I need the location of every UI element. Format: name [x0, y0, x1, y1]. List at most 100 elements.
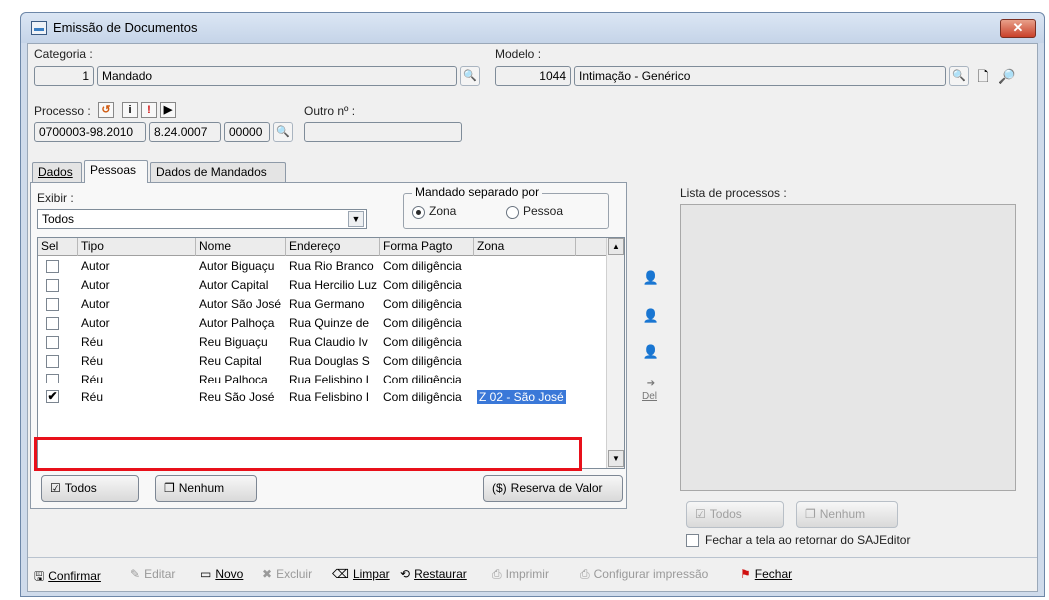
- processo-label: Processo :: [34, 104, 91, 118]
- col-forma-pagto[interactable]: Forma Pagto: [380, 238, 474, 256]
- cell-tipo: Autor: [81, 297, 110, 311]
- save-icon: 🖫: [34, 569, 45, 583]
- processo-suffix-field[interactable]: 00000: [224, 122, 270, 142]
- tab-dados[interactable]: Dados: [32, 162, 82, 182]
- delete-person-icon[interactable]: ➔: [640, 378, 662, 389]
- lista-todos-button[interactable]: ☑ Todos: [686, 501, 784, 528]
- categoria-label: Categoria :: [34, 47, 93, 61]
- uncheck-all-icon: ❐: [164, 481, 175, 495]
- col-nome[interactable]: Nome: [196, 238, 286, 256]
- limpar-label: Limpar: [352, 567, 390, 581]
- row-checkbox[interactable]: [46, 355, 59, 368]
- table-row[interactable]: Réu Reu Palhoça Rua Felisbino L Com dili…: [38, 371, 600, 383]
- col-sel[interactable]: Sel: [38, 238, 78, 256]
- col-zona[interactable]: Zona: [474, 238, 576, 256]
- info-icon[interactable]: i: [122, 102, 138, 118]
- exibir-select[interactable]: Todos ▼: [37, 209, 367, 229]
- col-endereco[interactable]: Endereço: [286, 238, 380, 256]
- editar-button[interactable]: ✎ Editar: [130, 567, 175, 581]
- lista-todos-label: Todos: [709, 507, 742, 521]
- delete-person-label[interactable]: Del: [642, 391, 657, 402]
- print-icon: ⎙: [492, 567, 502, 581]
- reserva-de-valor-button[interactable]: ($) Reserva de Valor: [483, 475, 623, 502]
- table-row[interactable]: Réu Reu Biguaçu Rua Claudio Iv Com dilig…: [38, 333, 600, 352]
- categoria-code-field[interactable]: 1: [34, 66, 94, 86]
- outro-numero-field[interactable]: [304, 122, 462, 142]
- table-row[interactable]: Autor Autor Palhoça Rua Quinze de Com di…: [38, 314, 600, 333]
- cell-endereco: Rua Germano: [289, 297, 365, 311]
- radio-pessoa[interactable]: [506, 206, 519, 219]
- cell-nome: Autor Biguaçu: [199, 259, 275, 273]
- fechar-button[interactable]: ⚑ Fechar: [740, 567, 792, 581]
- main-window: Emissão de Documentos ✕ Categoria : 1 Ma…: [20, 12, 1045, 597]
- person-details-icon[interactable]: 👤: [640, 344, 662, 360]
- preview-document-icon[interactable]: 🗋: [974, 67, 992, 85]
- imprimir-button[interactable]: ⎙ Imprimir: [492, 567, 549, 582]
- categoria-name-field[interactable]: Mandado: [97, 66, 457, 86]
- cell-tipo: Autor: [81, 316, 110, 330]
- restore-icon: ⟲: [400, 567, 411, 581]
- scroll-up-icon[interactable]: ▲: [608, 238, 624, 255]
- modelo-code-field[interactable]: 1044: [495, 66, 571, 86]
- tab-dados-de-mandados[interactable]: Dados de Mandados: [150, 162, 286, 182]
- fechar-label: Fechar: [754, 567, 793, 581]
- table-row[interactable]: Autor Autor São José Rua Germano Com dil…: [38, 295, 600, 314]
- limpar-button[interactable]: ⌫ Limpar: [332, 567, 390, 581]
- modelo-label: Modelo :: [495, 47, 542, 61]
- table-scrollbar[interactable]: ▲ ▼: [606, 238, 624, 468]
- title-bar: Emissão de Documentos ✕: [21, 13, 1044, 43]
- select-all-button[interactable]: ☑ Todos: [41, 475, 139, 502]
- configurar-impressao-label: Configurar impressão: [593, 567, 709, 581]
- cell-endereco: Rua Rio Branco: [289, 259, 374, 273]
- processo-number-field[interactable]: 0700003-98.2010: [34, 122, 146, 142]
- warning-icon[interactable]: !: [141, 102, 157, 118]
- add-person-icon[interactable]: 👤: [640, 270, 662, 286]
- novo-button[interactable]: ▭ Novo: [200, 567, 243, 581]
- processo-search-icon[interactable]: 🔍: [273, 122, 293, 142]
- lista-processos-box[interactable]: [680, 204, 1016, 491]
- configurar-impressao-button[interactable]: ⎙ Configurar impressão: [580, 567, 708, 582]
- editar-label: Editar: [144, 567, 176, 581]
- col-tipo[interactable]: Tipo: [78, 238, 196, 256]
- undo-icon[interactable]: ↺: [98, 102, 114, 118]
- mandado-separado-title: Mandado separado por: [412, 185, 543, 199]
- tab-pessoas[interactable]: Pessoas: [84, 160, 148, 183]
- row-checkbox-checked[interactable]: ✔: [46, 390, 59, 403]
- chevron-down-icon[interactable]: ▼: [348, 211, 364, 227]
- close-button[interactable]: ✕: [1000, 19, 1036, 38]
- row-checkbox[interactable]: [46, 298, 59, 311]
- cell-zona[interactable]: Z 02 - São José: [474, 388, 578, 407]
- row-checkbox[interactable]: [46, 279, 59, 292]
- modelo-name-field[interactable]: Intimação - Genérico: [574, 66, 946, 86]
- find-document-icon[interactable]: 🔎: [998, 67, 1016, 85]
- modelo-search-icon[interactable]: 🔍: [949, 66, 969, 86]
- confirmar-button[interactable]: 🖫 Confirmar: [34, 567, 101, 588]
- lista-nenhum-button[interactable]: ❐ Nenhum: [796, 501, 898, 528]
- row-checkbox[interactable]: [46, 317, 59, 330]
- table-row[interactable]: Autor Autor Biguaçu Rua Rio Branco Com d…: [38, 257, 600, 276]
- select-none-button[interactable]: ❐ Nenhum: [155, 475, 257, 502]
- table-row[interactable]: Réu Reu Capital Rua Douglas S Com diligê…: [38, 352, 600, 371]
- delete-icon: ✖: [262, 567, 273, 581]
- restaurar-button[interactable]: ⟲ Restaurar: [400, 567, 467, 581]
- cell-endereco: Rua Douglas S: [289, 354, 370, 368]
- row-checkbox[interactable]: [46, 336, 59, 349]
- radio-zona-label: Zona: [429, 204, 457, 218]
- tag-icon[interactable]: ▶: [160, 102, 176, 118]
- table-header: Sel Tipo Nome Endereço Forma Pagto Zona: [38, 238, 624, 256]
- processo-foro-field[interactable]: 8.24.0007: [149, 122, 221, 142]
- fechar-tela-checkbox[interactable]: [686, 534, 699, 547]
- cell-endereco: Rua Felisbino I: [289, 390, 370, 404]
- radio-zona[interactable]: [412, 206, 425, 219]
- table-row[interactable]: Autor Autor Capital Rua Hercilio Luz Com…: [38, 276, 600, 295]
- exibir-label: Exibir :: [37, 191, 74, 205]
- edit-person-icon[interactable]: 👤: [640, 308, 662, 324]
- excluir-button[interactable]: ✖ Excluir: [262, 567, 312, 581]
- table-row-selected[interactable]: ✔ Réu Reu São José Rua Felisbino I Com d…: [38, 386, 600, 408]
- scroll-down-icon[interactable]: ▼: [608, 450, 624, 467]
- row-checkbox[interactable]: [46, 260, 59, 273]
- reserva-label: Reserva de Valor: [510, 481, 603, 495]
- row-checkbox[interactable]: [46, 374, 59, 383]
- categoria-search-icon[interactable]: 🔍: [460, 66, 480, 86]
- cell-endereco: Rua Hercilio Luz: [289, 278, 378, 292]
